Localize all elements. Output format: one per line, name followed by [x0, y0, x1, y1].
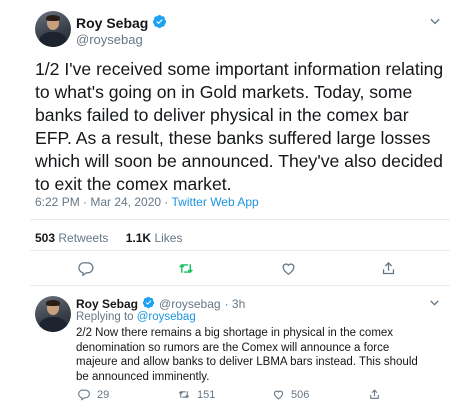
retweet-count: 151 — [197, 388, 216, 401]
tweet-stats: 503 Retweets 1.1K Likes — [35, 231, 182, 245]
like-button[interactable] — [280, 260, 297, 277]
divider — [30, 285, 450, 286]
like-count: 506 — [291, 388, 310, 401]
chevron-down-icon[interactable] — [428, 14, 442, 31]
reply-author-row: Roy Sebag @roysebag · 3h — [76, 296, 245, 312]
retweet-button[interactable] — [177, 260, 195, 277]
retweet-icon — [178, 391, 190, 398]
likes-label: Likes — [154, 231, 183, 245]
divider — [30, 219, 450, 220]
reply-share-button[interactable] — [368, 388, 381, 401]
likes-stat[interactable]: 1.1K Likes — [126, 231, 183, 245]
chevron-down-icon[interactable] — [428, 296, 441, 312]
reply-reply-button[interactable]: 29 — [78, 388, 109, 401]
reply-retweet-button[interactable]: 151 — [177, 388, 215, 401]
retweets-label: Retweets — [58, 231, 109, 245]
retweets-count: 503 — [35, 231, 56, 245]
author-handle[interactable]: @roysebag — [76, 32, 143, 47]
reply-text: 2/2 Now there remains a big shortage in … — [76, 327, 418, 383]
reply-count: 29 — [97, 388, 110, 401]
replying-to-link[interactable]: @roysebag — [137, 311, 196, 323]
replying-to: Replying to @roysebag — [76, 311, 196, 323]
share-button[interactable] — [380, 260, 397, 277]
reply-like-button[interactable]: 506 — [272, 388, 309, 401]
reply-button[interactable] — [78, 260, 95, 277]
reply-icon — [78, 262, 94, 277]
divider — [30, 250, 450, 251]
reply-age[interactable]: · 3h — [225, 297, 246, 311]
tweet-source-link[interactable]: Twitter Web App — [172, 195, 259, 209]
reply-author-handle[interactable]: @roysebag — [159, 297, 221, 311]
heart-icon — [273, 390, 284, 400]
tweet-time[interactable]: 6:22 PM · Mar 24, 2020 · — [35, 195, 172, 209]
likes-count: 1.1K — [125, 231, 152, 245]
share-icon — [370, 389, 379, 399]
retweet-icon — [179, 263, 193, 274]
replying-to-prefix: Replying to — [76, 311, 137, 323]
retweets-stat[interactable]: 503 Retweets — [35, 231, 108, 245]
verified-badge-icon — [142, 296, 155, 312]
share-icon — [382, 261, 395, 275]
author-avatar[interactable] — [35, 11, 71, 47]
author-name-row[interactable]: Roy Sebag — [76, 14, 167, 32]
verified-badge-icon — [152, 14, 167, 32]
author-name[interactable]: Roy Sebag — [76, 15, 148, 31]
tweet-timestamp: 6:22 PM · Mar 24, 2020 · Twitter Web App — [35, 195, 259, 209]
reply-author-avatar[interactable] — [35, 296, 71, 332]
tweet-text: 1/2 I've received some important informa… — [35, 59, 444, 194]
heart-icon — [282, 263, 295, 275]
reply-icon — [78, 389, 90, 401]
reply-author-name[interactable]: Roy Sebag — [76, 297, 138, 311]
